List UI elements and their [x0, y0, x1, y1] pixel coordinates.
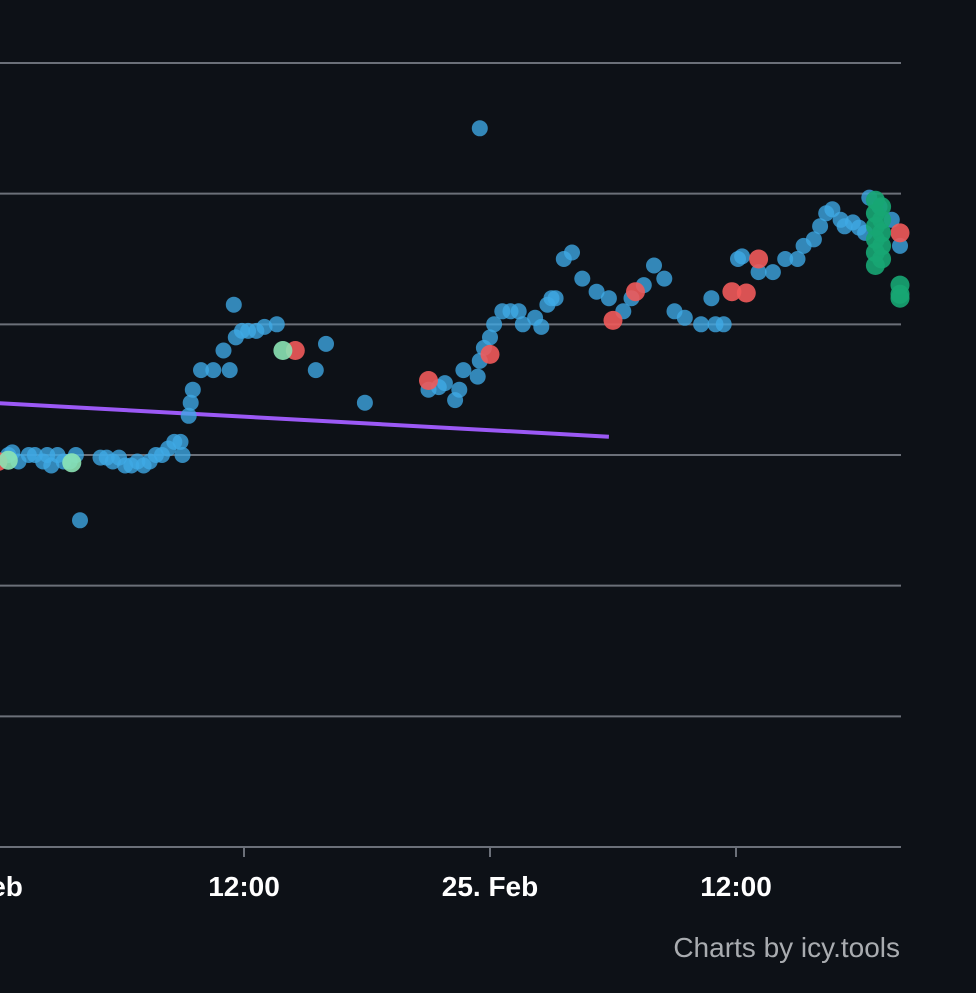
data-point[interactable] [307, 362, 324, 379]
data-point[interactable] [221, 362, 238, 379]
data-point[interactable] [872, 197, 892, 217]
data-point[interactable] [451, 381, 468, 398]
data-point[interactable] [600, 290, 617, 307]
data-point[interactable] [215, 342, 232, 359]
x-tick-label: Feb [0, 871, 23, 902]
data-point[interactable] [469, 368, 486, 385]
chart-credit[interactable]: Charts by icy.tools [673, 932, 900, 963]
data-point[interactable] [268, 316, 285, 333]
data-point[interactable] [603, 310, 623, 330]
data-point[interactable] [736, 283, 756, 303]
x-axis: Feb 12:00 25. Feb 12:00 [0, 847, 772, 902]
data-point[interactable] [656, 270, 673, 287]
data-point[interactable] [471, 120, 488, 137]
data-point[interactable] [749, 249, 769, 269]
data-point[interactable] [318, 335, 334, 352]
data-point[interactable] [715, 316, 732, 333]
data-point[interactable] [693, 316, 710, 333]
data-point[interactable] [547, 290, 564, 307]
trend-line-layer [0, 401, 610, 439]
data-point[interactable] [205, 362, 222, 379]
data-point[interactable] [72, 512, 88, 529]
data-point[interactable] [436, 375, 453, 392]
data-point[interactable] [564, 244, 580, 261]
chart-container: Feb 12:00 25. Feb 12:00 Charts by icy.tools [0, 0, 976, 993]
data-point[interactable] [62, 453, 82, 473]
scatter-chart: Feb 12:00 25. Feb 12:00 Charts by icy.tools [0, 62, 910, 963]
data-point[interactable] [356, 394, 373, 411]
data-point[interactable] [273, 341, 293, 360]
data-point[interactable] [455, 362, 472, 379]
data-point[interactable] [174, 447, 191, 463]
data-point[interactable] [734, 248, 751, 265]
moving-average-line [0, 401, 610, 439]
data-point[interactable] [676, 309, 693, 326]
data-point[interactable] [890, 223, 910, 243]
data-point[interactable] [480, 344, 500, 364]
x-tick-label: 12:00 [700, 871, 772, 902]
data-point[interactable] [533, 318, 550, 335]
x-tick-label: 12:00 [208, 871, 280, 902]
data-point[interactable] [184, 381, 201, 398]
data-point[interactable] [646, 257, 662, 274]
data-point[interactable] [890, 288, 910, 308]
data-point[interactable] [764, 264, 781, 281]
data-point[interactable] [703, 290, 720, 307]
data-point[interactable] [574, 270, 591, 287]
data-point[interactable] [419, 371, 438, 390]
x-tick-label: 25. Feb [442, 871, 538, 902]
data-point[interactable] [626, 282, 645, 302]
data-point[interactable] [225, 296, 242, 313]
